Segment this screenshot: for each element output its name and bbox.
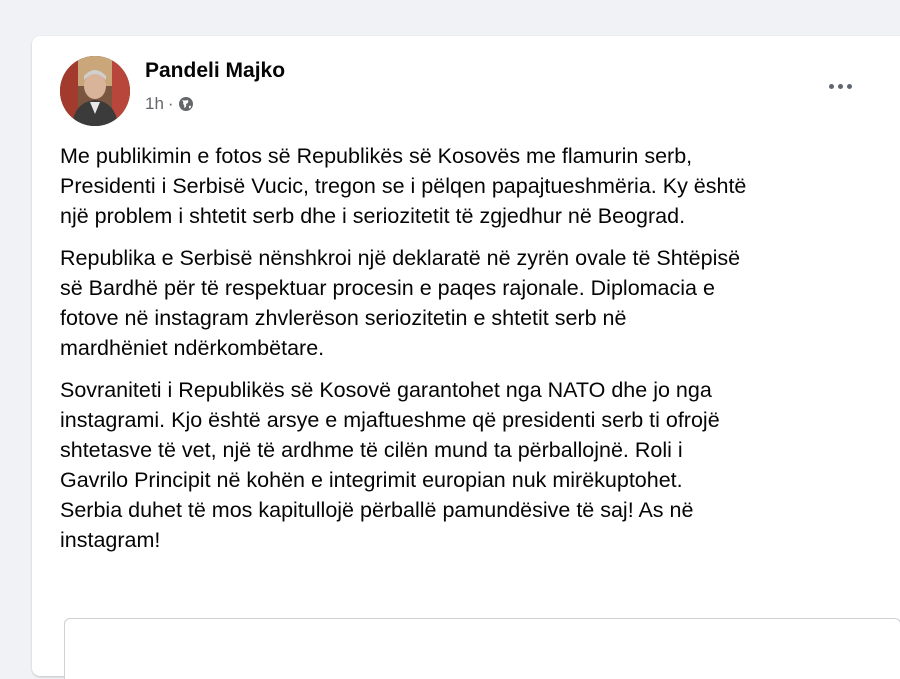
globe-icon[interactable] (178, 96, 194, 112)
post-text: Me publikimin e fotos së Republikës së K… (60, 141, 840, 567)
post-paragraph: Sovraniteti i Republikës së Kosovë garan… (60, 378, 720, 552)
meta-separator: · (167, 94, 174, 113)
author-avatar[interactable] (60, 56, 130, 126)
post-timestamp[interactable]: 1h (145, 94, 164, 114)
post-card: Pandeli Majko 1h · Me publikimin e fotos… (32, 36, 900, 679)
more-options-button[interactable] (818, 71, 862, 101)
attachment-preview[interactable] (64, 618, 900, 679)
post-paragraph: Republika e Serbisë nënshkroi një deklar… (60, 246, 741, 360)
post-meta: 1h · (145, 94, 194, 114)
post-paragraph: Me publikimin e fotos së Republikës së K… (60, 144, 747, 228)
more-horizontal-icon (828, 83, 852, 89)
author-name[interactable]: Pandeli Majko (145, 59, 285, 83)
